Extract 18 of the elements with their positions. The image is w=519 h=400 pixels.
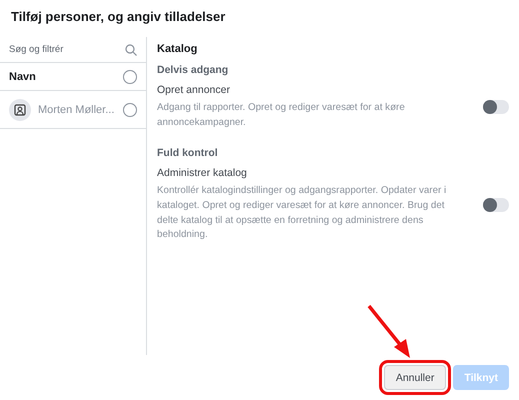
permission-name: Administrer katalog xyxy=(157,167,248,180)
annotation-arrow xyxy=(368,304,410,358)
dialog-title: Tilføj personer, og angiv tilladelser xyxy=(10,8,226,26)
search-icon[interactable] xyxy=(125,44,137,56)
avatar-icon xyxy=(9,98,31,120)
select-all-radio[interactable] xyxy=(123,70,137,84)
person-radio[interactable] xyxy=(123,102,137,116)
section-heading: Katalog xyxy=(157,43,198,55)
permission-toggle[interactable] xyxy=(483,100,509,114)
permission-name: Opret annoncer xyxy=(157,84,231,96)
permission-description: Adgang til rapporter. Opret og rediger varesæt for at køre annoncekampagner. xyxy=(157,101,406,130)
permission-description: Kontrollér katalogindstillinger og adgangsrapporter. Opdater varer i kataloget. Opret og rediger varesæt for at køre annoncer. Brug det delte katalog til at opsætte en forretning og administrere dens beholdning. xyxy=(157,184,448,242)
permission-toggle[interactable] xyxy=(483,198,509,212)
group-heading: Fuld kontrol xyxy=(157,147,219,160)
column-header: Navn xyxy=(9,70,37,82)
person-name: Morten Møller... xyxy=(38,104,116,116)
search-field[interactable]: Søg og filtrér xyxy=(9,44,125,55)
group-heading: Delvis adgang xyxy=(157,64,230,76)
